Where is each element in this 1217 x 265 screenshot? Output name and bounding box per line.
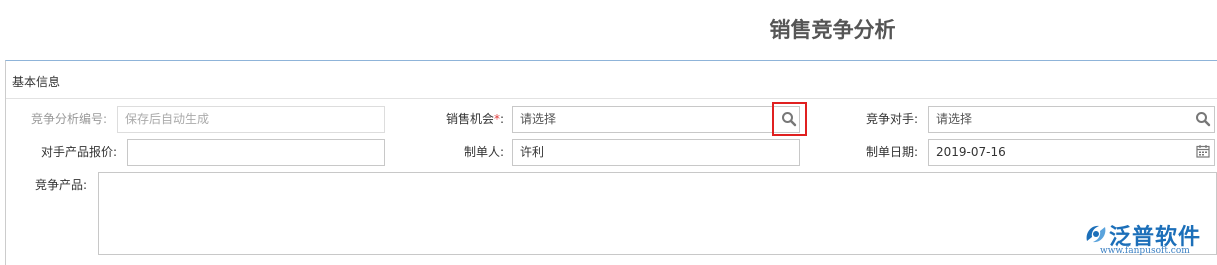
- analysis-no-field: 保存后自动生成: [117, 106, 385, 133]
- search-icon[interactable]: [781, 111, 797, 127]
- competitor-value: 请选择: [936, 112, 973, 126]
- panel-header: 基本信息: [6, 61, 1217, 99]
- analysis-no-label: 竞争分析编号:: [30, 112, 107, 126]
- section-title: 基本信息: [12, 75, 61, 89]
- search-icon[interactable]: [1195, 111, 1211, 127]
- sales-opportunity-label-text: 销售机会: [445, 112, 494, 126]
- competitor-price-input[interactable]: [127, 139, 385, 166]
- fanpusoft-logo: 泛普软件 www.fanpusoft.com: [1083, 217, 1213, 265]
- sales-opportunity-field[interactable]: 请选择: [512, 106, 800, 133]
- calendar-icon[interactable]: [1196, 144, 1210, 158]
- competitor-product-label: 竞争产品:: [34, 178, 87, 192]
- competitor-field[interactable]: 请选择: [928, 106, 1215, 133]
- competitor-label: 竞争对手:: [865, 112, 918, 126]
- sales-opportunity-label: 销售机会*:: [420, 112, 504, 126]
- logo-swirl-icon: [1086, 225, 1106, 243]
- logo-url: www.fanpusoft.com: [1100, 246, 1190, 256]
- competitor-product-textarea[interactable]: [98, 172, 1217, 255]
- create-date-value: 2019-07-16: [936, 145, 1006, 159]
- competitor-price-label: 对手产品报价:: [40, 145, 117, 159]
- create-date-input[interactable]: 2019-07-16: [928, 139, 1215, 166]
- create-date-label: 制单日期:: [865, 145, 918, 159]
- sales-opportunity-value: 请选择: [520, 112, 557, 126]
- page-title: 销售竞争分析: [769, 18, 896, 42]
- sales-opportunity-colon: :: [499, 112, 504, 126]
- creator-label: 制单人:: [463, 145, 504, 159]
- creator-input[interactable]: 许利: [512, 139, 800, 166]
- creator-value: 许利: [520, 145, 545, 159]
- analysis-no-placeholder: 保存后自动生成: [125, 112, 210, 126]
